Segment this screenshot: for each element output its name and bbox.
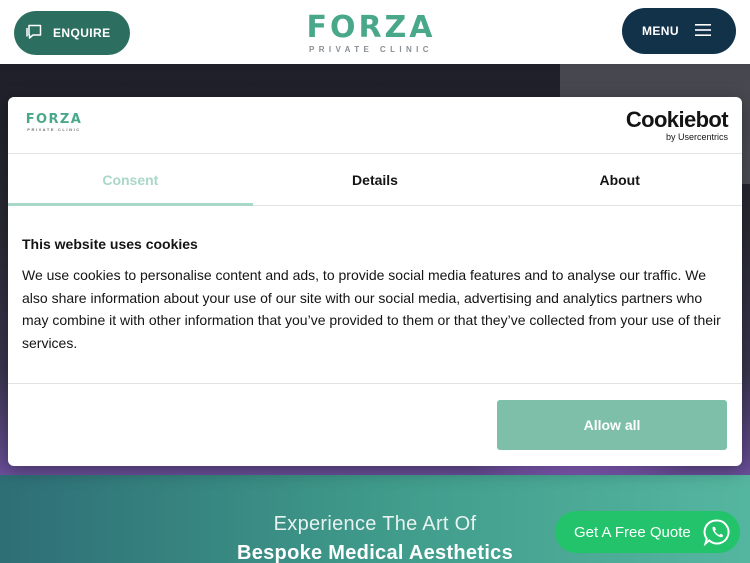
enquire-label: ENQUIRE bbox=[53, 26, 111, 40]
cookie-footer-divider bbox=[8, 383, 742, 384]
chat-icon bbox=[25, 23, 43, 44]
cookie-logo-subtitle: PRIVATE CLINIC bbox=[27, 127, 81, 132]
logo-wordmark: FORZA bbox=[306, 10, 436, 45]
cookie-dialog-body: This website uses cookies We use cookies… bbox=[22, 235, 728, 354]
enquire-button[interactable]: ENQUIRE bbox=[14, 11, 130, 55]
free-quote-label: Get A Free Quote bbox=[574, 523, 691, 541]
tab-about[interactable]: About bbox=[497, 154, 742, 205]
cookie-heading: This website uses cookies bbox=[22, 236, 198, 252]
allow-all-button[interactable]: Allow all bbox=[497, 400, 727, 450]
cookie-dialog-header: FORZA PRIVATE CLINIC Cookiebot by Userce… bbox=[8, 97, 742, 154]
free-quote-button[interactable]: Get A Free Quote bbox=[555, 511, 740, 553]
cookiebot-logo[interactable]: Cookiebot by Usercentrics bbox=[625, 107, 729, 143]
cookie-dialog-site-logo: FORZA PRIVATE CLINIC bbox=[22, 113, 86, 133]
cookie-tabs: Consent Details About bbox=[8, 154, 742, 206]
whatsapp-icon bbox=[702, 517, 732, 547]
menu-label: MENU bbox=[642, 24, 679, 38]
menu-button[interactable]: MENU bbox=[622, 8, 736, 54]
site-header: ENQUIRE FORZA PRIVATE CLINIC MENU bbox=[0, 0, 750, 64]
logo-subtitle: PRIVATE CLINIC bbox=[309, 45, 433, 54]
hamburger-icon bbox=[694, 23, 711, 40]
tab-consent[interactable]: Consent bbox=[8, 154, 253, 206]
cookie-description: We use cookies to personalise content an… bbox=[22, 267, 721, 351]
cookiebot-subtitle: by Usercentrics bbox=[665, 132, 728, 142]
cookiebot-wordmark: Cookiebot bbox=[625, 107, 729, 132]
tab-details[interactable]: Details bbox=[253, 154, 498, 205]
cookie-logo-wordmark: FORZA bbox=[25, 112, 83, 127]
cookie-consent-dialog: FORZA PRIVATE CLINIC Cookiebot by Userce… bbox=[8, 97, 742, 466]
site-logo[interactable]: FORZA PRIVATE CLINIC bbox=[296, 12, 446, 56]
